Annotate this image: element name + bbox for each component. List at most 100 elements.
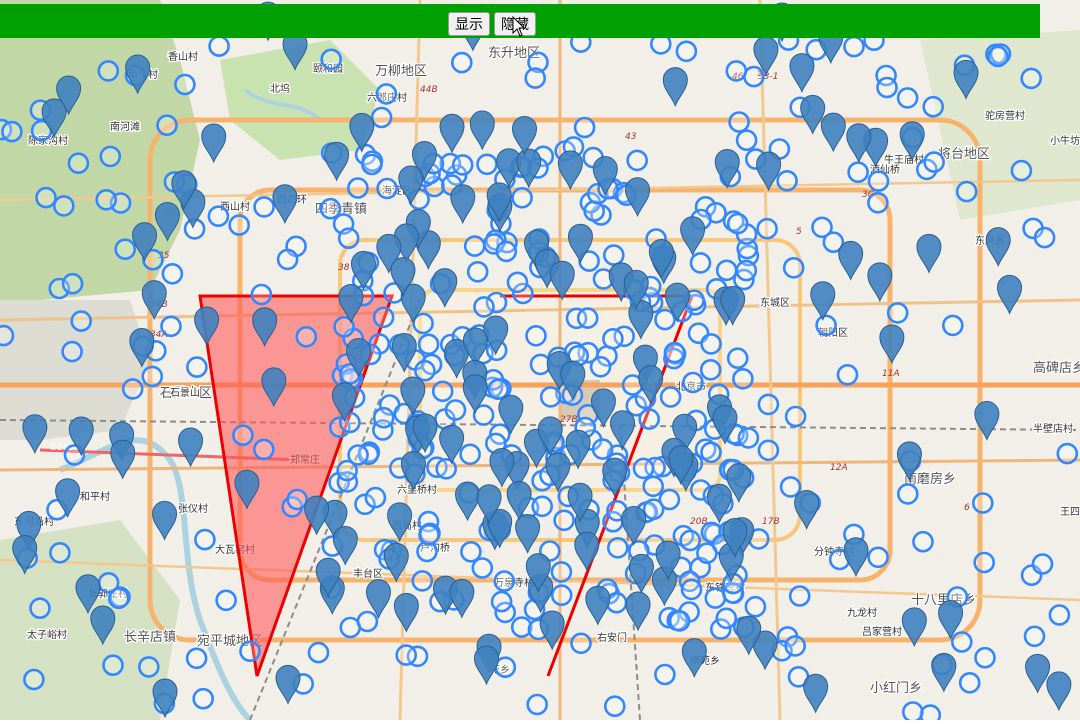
circle-marker[interactable]: [1020, 67, 1042, 90]
circle-marker[interactable]: [539, 386, 562, 408]
circle-marker[interactable]: [958, 671, 981, 694]
circle-marker[interactable]: [320, 48, 343, 71]
circle-marker[interactable]: [553, 509, 575, 532]
circle-marker[interactable]: [23, 668, 45, 691]
circle-marker[interactable]: [49, 541, 71, 564]
circle-marker[interactable]: [364, 486, 387, 509]
circle-marker[interactable]: [250, 283, 273, 306]
circle-marker[interactable]: [471, 557, 494, 579]
circle-marker[interactable]: [867, 546, 889, 569]
circle-marker[interactable]: [418, 523, 440, 546]
circle-marker[interactable]: [356, 610, 379, 633]
circle-marker[interactable]: [531, 495, 554, 518]
circle-marker[interactable]: [682, 371, 704, 394]
circle-marker[interactable]: [602, 244, 625, 266]
circle-marker[interactable]: [735, 129, 758, 151]
circle-marker[interactable]: [700, 441, 722, 464]
show-button[interactable]: 显示: [448, 12, 490, 36]
circle-marker[interactable]: [974, 646, 996, 669]
circle-marker[interactable]: [102, 654, 124, 677]
circle-marker[interactable]: [376, 177, 398, 200]
circle-marker[interactable]: [495, 240, 518, 263]
circle-marker[interactable]: [61, 272, 84, 295]
circle-marker[interactable]: [114, 238, 136, 260]
circle-marker[interactable]: [336, 459, 358, 482]
circle-marker[interactable]: [459, 443, 481, 466]
circle-marker[interactable]: [417, 333, 440, 356]
circle-marker[interactable]: [1048, 604, 1071, 626]
circle-marker[interactable]: [757, 393, 780, 416]
circle-marker[interactable]: [675, 40, 698, 63]
circle-marker[interactable]: [0, 324, 15, 347]
circle-marker[interactable]: [971, 492, 994, 514]
circle-marker[interactable]: [659, 386, 682, 408]
circle-marker[interactable]: [847, 161, 869, 183]
map-canvas[interactable]: 东升地区万柳地区六郎庄村海淀区西四环四季青镇将台地区驼房营村东风乡酒仙桥朝阳区东…: [0, 0, 1080, 724]
circle-marker[interactable]: [901, 701, 924, 723]
circle-marker[interactable]: [476, 153, 498, 176]
circle-marker[interactable]: [922, 95, 945, 118]
circle-marker[interactable]: [726, 347, 749, 370]
circle-marker[interactable]: [232, 424, 254, 447]
circle-marker[interactable]: [414, 359, 436, 382]
circle-marker[interactable]: [61, 340, 83, 363]
circle-marker[interactable]: [526, 693, 549, 716]
circle-marker[interactable]: [450, 51, 473, 74]
circle-marker[interactable]: [779, 476, 802, 498]
circle-marker[interactable]: [987, 45, 1009, 68]
circle-marker[interactable]: [642, 475, 665, 498]
circle-marker[interactable]: [788, 585, 811, 607]
circle-marker[interactable]: [207, 205, 230, 227]
circle-marker[interactable]: [52, 195, 75, 217]
circle-marker[interactable]: [239, 640, 261, 663]
circle-marker[interactable]: [1056, 442, 1079, 465]
circle-marker[interactable]: [715, 259, 738, 282]
circle-marker[interactable]: [696, 542, 718, 565]
circle-marker[interactable]: [473, 296, 495, 318]
circle-marker[interactable]: [782, 256, 805, 279]
circle-marker[interactable]: [525, 324, 547, 347]
circle-marker[interactable]: [337, 227, 360, 249]
circle-marker[interactable]: [372, 306, 395, 329]
circle-marker[interactable]: [896, 483, 919, 505]
circle-marker[interactable]: [836, 363, 859, 386]
circle-marker[interactable]: [185, 647, 208, 670]
circle-marker[interactable]: [35, 186, 57, 209]
circle-marker[interactable]: [67, 152, 90, 174]
circle-marker[interactable]: [638, 408, 661, 430]
circle-marker[interactable]: [955, 180, 978, 203]
circle-marker[interactable]: [1031, 553, 1054, 575]
circle-marker[interactable]: [626, 149, 649, 172]
circle-marker[interactable]: [725, 60, 748, 82]
circle-marker[interactable]: [632, 457, 655, 480]
circle-marker[interactable]: [186, 356, 208, 378]
circle-marker[interactable]: [95, 189, 117, 211]
circle-marker[interactable]: [776, 170, 798, 192]
circle-marker[interactable]: [815, 314, 837, 337]
circle-marker[interactable]: [689, 252, 712, 274]
circle-marker[interactable]: [253, 196, 275, 218]
circle-marker[interactable]: [493, 570, 516, 592]
circle-marker[interactable]: [576, 307, 599, 329]
circle-marker[interactable]: [511, 187, 533, 209]
circle-marker[interactable]: [156, 114, 178, 136]
circle-marker[interactable]: [506, 271, 529, 294]
circle-marker[interactable]: [668, 610, 691, 632]
circle-marker[interactable]: [704, 587, 727, 609]
circle-marker[interactable]: [784, 405, 807, 428]
circle-marker[interactable]: [228, 214, 250, 236]
circle-marker[interactable]: [550, 561, 573, 583]
circle-marker[interactable]: [286, 488, 309, 511]
circle-marker[interactable]: [583, 200, 606, 222]
circle-marker[interactable]: [1023, 625, 1046, 648]
circle-marker[interactable]: [867, 170, 890, 192]
circle-marker[interactable]: [923, 151, 945, 173]
circle-marker[interactable]: [97, 60, 120, 82]
circle-marker[interactable]: [435, 457, 458, 480]
circle-marker[interactable]: [174, 73, 196, 96]
circle-marker[interactable]: [757, 439, 780, 462]
circle-marker[interactable]: [395, 644, 418, 666]
circle-marker[interactable]: [161, 262, 184, 285]
circle-marker[interactable]: [732, 367, 754, 390]
circle-marker[interactable]: [642, 498, 665, 521]
